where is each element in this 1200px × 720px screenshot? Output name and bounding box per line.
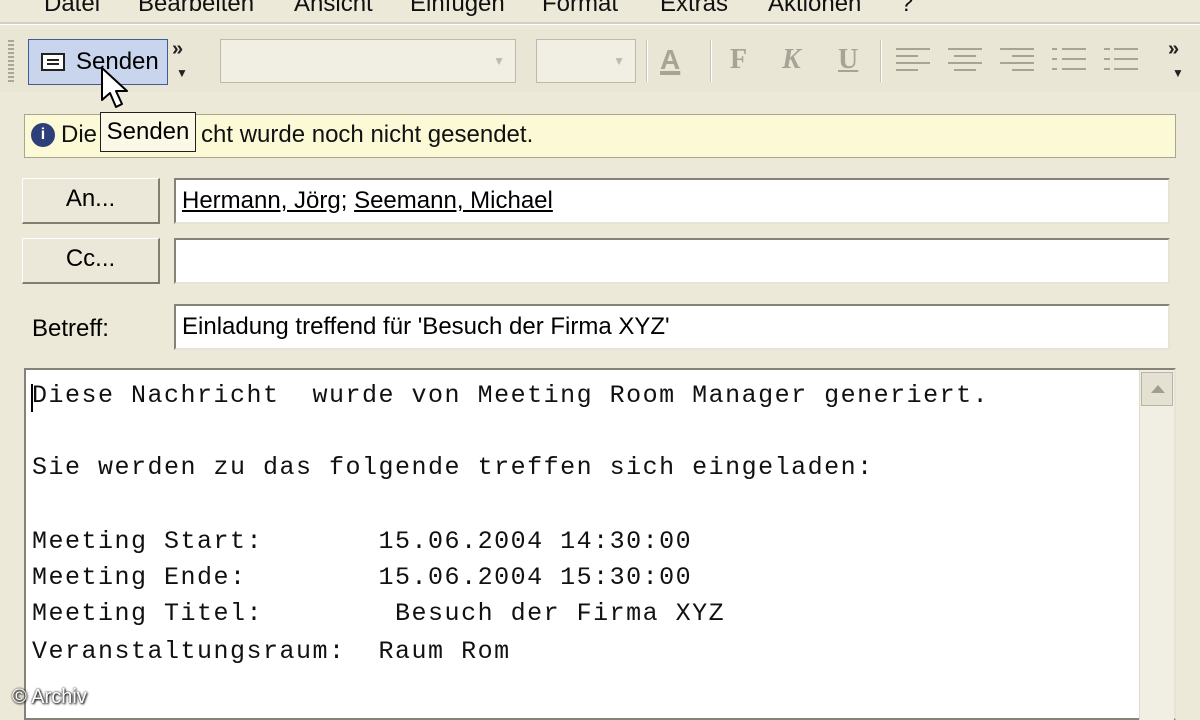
send-mail-icon bbox=[41, 53, 65, 71]
toolbar-separator bbox=[646, 40, 648, 82]
menubar-divider bbox=[0, 22, 1200, 25]
font-name-combo[interactable]: ▼ bbox=[220, 39, 516, 83]
recipient-name[interactable]: Hermann, Jörg bbox=[182, 187, 341, 214]
info-icon: i bbox=[31, 123, 55, 147]
message-body[interactable]: Diese Nachricht wurde von Meeting Room M… bbox=[24, 368, 1176, 720]
menu-ansicht[interactable]: Ansicht bbox=[294, 0, 373, 22]
scroll-up-arrow-icon[interactable] bbox=[1141, 372, 1173, 406]
send-button[interactable]: Senden bbox=[28, 39, 168, 85]
font-color-icon[interactable]: A bbox=[660, 44, 680, 76]
toolbar-overflow-chevron-icon[interactable]: » bbox=[1168, 38, 1179, 61]
toolbar-separator bbox=[880, 40, 882, 82]
menu-einfuegen[interactable]: Einfügen bbox=[410, 0, 505, 22]
recipient-name[interactable]: Seemann, Michael bbox=[354, 187, 553, 214]
body-line: Diese Nachricht wurde von Meeting Room M… bbox=[32, 381, 990, 410]
body-line: Veranstaltungsraum: Raum Rom bbox=[32, 637, 511, 666]
menu-help[interactable]: ? bbox=[900, 0, 913, 22]
chevron-down-icon: ▼ bbox=[493, 54, 505, 68]
subject-label: Betreff: bbox=[32, 315, 109, 342]
font-size-combo[interactable]: ▼ bbox=[536, 39, 636, 83]
menu-bearbeiten[interactable]: Bearbeiten bbox=[138, 0, 254, 22]
menu-datei[interactable]: Datei bbox=[44, 0, 100, 22]
align-center-icon[interactable] bbox=[948, 46, 982, 74]
toolbar-overflow-chevron-icon[interactable]: » bbox=[172, 38, 183, 61]
info-bar: i Die cht wurde noch nicht gesendet. bbox=[24, 114, 1176, 158]
cc-button[interactable]: Cc... bbox=[22, 238, 160, 284]
toolbar-separator bbox=[710, 40, 712, 82]
toolbar-options-arrow-icon[interactable]: ▼ bbox=[176, 66, 188, 80]
menu-bar: Datei Bearbeiten Ansicht Einfügen Format… bbox=[0, 0, 1200, 22]
bold-icon[interactable]: F bbox=[730, 44, 747, 76]
chevron-down-icon: ▼ bbox=[613, 54, 625, 68]
vertical-scrollbar[interactable] bbox=[1139, 370, 1174, 720]
bullet-list-icon[interactable] bbox=[1052, 46, 1086, 74]
align-right-icon[interactable] bbox=[1000, 46, 1034, 74]
align-left-icon[interactable] bbox=[896, 46, 930, 74]
toolbar-grip-icon[interactable] bbox=[8, 40, 14, 84]
body-line: Meeting Start: 15.06.2004 14:30:00 bbox=[32, 527, 693, 556]
menu-extras[interactable]: Extras bbox=[660, 0, 728, 22]
recipient-separator: ; bbox=[340, 187, 355, 214]
italic-icon[interactable]: K bbox=[782, 44, 801, 76]
toolbar-options-arrow-icon[interactable]: ▼ bbox=[1172, 66, 1184, 80]
to-button[interactable]: An... bbox=[22, 178, 160, 224]
body-line: Meeting Ende: 15.06.2004 15:30:00 bbox=[32, 563, 693, 592]
underline-icon[interactable]: U bbox=[838, 44, 858, 76]
menu-aktionen[interactable]: Aktionen bbox=[768, 0, 861, 22]
send-tooltip: Senden bbox=[100, 112, 196, 152]
subject-field[interactable]: Einladung treffend für 'Besuch der Firma… bbox=[174, 304, 1170, 350]
copyright-watermark: © Archiv bbox=[12, 686, 87, 708]
body-line: Sie werden zu das folgende treffen sich … bbox=[32, 453, 874, 482]
menu-format[interactable]: Format bbox=[542, 0, 618, 22]
mouse-pointer-icon bbox=[101, 67, 128, 108]
numbered-list-icon[interactable] bbox=[1104, 46, 1138, 74]
formatting-toolbar: Senden » ▼ ▼ ▼ A F K U » ▼ bbox=[0, 30, 1200, 92]
to-field[interactable]: Hermann, Jörg; Seemann, Michael bbox=[174, 178, 1170, 224]
body-line: Meeting Titel: Besuch der Firma XYZ bbox=[32, 599, 726, 628]
cc-field[interactable] bbox=[174, 238, 1170, 284]
